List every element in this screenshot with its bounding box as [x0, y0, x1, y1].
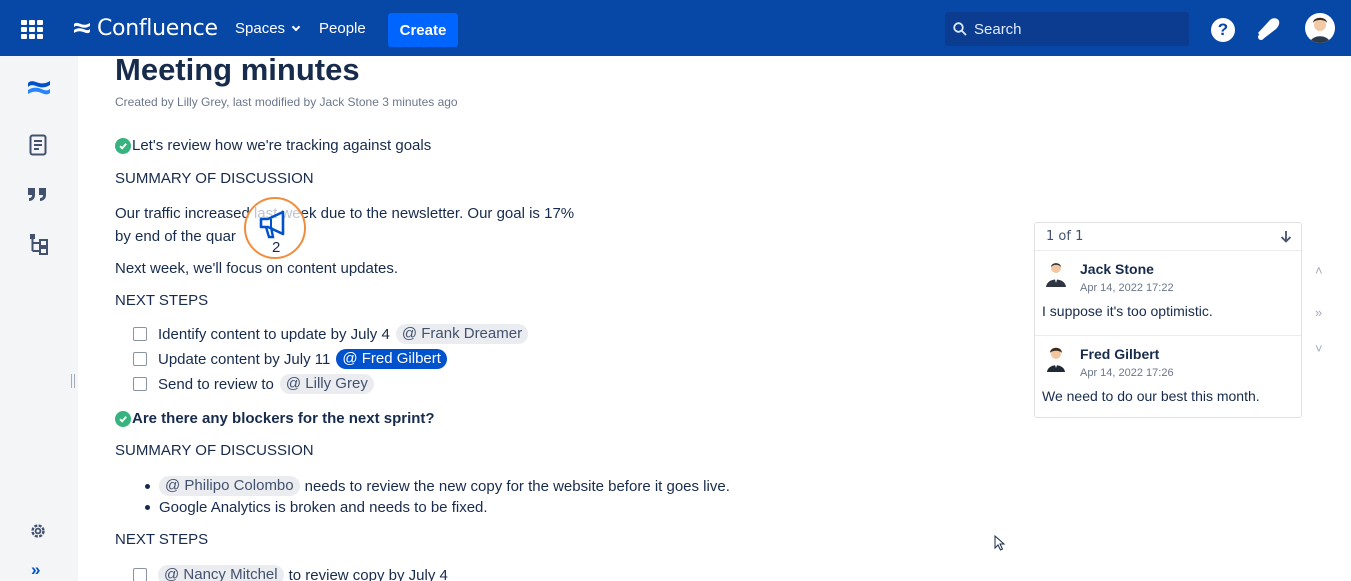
sidebar-resize-handle[interactable] — [71, 374, 75, 388]
announcement-badge[interactable]: 2 — [244, 197, 306, 259]
paragraph-traffic-line2: by end of the quar — [115, 228, 236, 245]
expand-double-chevron-icon[interactable]: » — [31, 560, 40, 580]
chevron-down-icon — [291, 22, 301, 32]
section-heading-text: Are there any blockers for the next spri… — [132, 410, 435, 427]
quote-icon[interactable] — [27, 186, 49, 202]
page-byline: Created by Lilly Grey, last modified by … — [115, 95, 458, 109]
mention-nancy-mitchel[interactable]: @ Nancy Mitchel — [158, 565, 284, 581]
notifications-icon[interactable] — [1254, 16, 1282, 42]
task-checkbox[interactable] — [133, 352, 147, 366]
summary-label: SUMMARY OF DISCUSSION — [115, 170, 314, 187]
page-icon[interactable] — [29, 134, 47, 156]
confluence-logo-icon[interactable] — [26, 76, 52, 100]
task-item: Update content by July 11 @ Fred Gilbert — [133, 349, 447, 369]
spaces-menu[interactable]: Spaces — [235, 20, 301, 37]
comment-date: Apr 14, 2022 17:22 — [1080, 282, 1174, 294]
comment-author: Fred Gilbert — [1080, 346, 1160, 362]
confluence-logo[interactable]: Confluence — [72, 14, 218, 42]
bullet-dot — [145, 483, 150, 489]
check-circle-icon — [115, 410, 131, 427]
user-avatar[interactable] — [1305, 13, 1335, 43]
list-item: @ Philipo Colombo needs to review the ne… — [145, 476, 730, 496]
badge-count: 2 — [272, 239, 281, 256]
comment-item[interactable]: Jack Stone Apr 14, 2022 17:22 I suppose … — [1035, 251, 1301, 335]
comment-text: I suppose it's too optimistic. — [1042, 303, 1213, 319]
mention-philipo-colombo[interactable]: @ Philipo Colombo — [159, 476, 300, 496]
people-link[interactable]: People — [319, 20, 366, 37]
search-placeholder: Search — [974, 20, 1022, 38]
task-item: @ Nancy Mitchel to review copy by July 4 — [133, 565, 448, 581]
next-comment-icon[interactable]: ˅ — [1315, 341, 1323, 356]
comment-item[interactable]: Fred Gilbert Apr 14, 2022 17:26 We need … — [1035, 335, 1301, 419]
task-item: Identify content to update by July 4 @ F… — [133, 324, 529, 344]
confluence-logo-icon — [74, 22, 90, 34]
open-comments-icon[interactable]: » — [1315, 305, 1322, 320]
task-checkbox[interactable] — [133, 327, 147, 341]
task-checkbox[interactable] — [133, 568, 147, 581]
mention-frank-dreamer[interactable]: @ Frank Dreamer — [395, 324, 529, 344]
search-input[interactable]: Search — [945, 12, 1189, 46]
task-checkbox[interactable] — [133, 377, 147, 391]
next-steps-label: NEXT STEPS — [115, 531, 209, 548]
gear-icon[interactable] — [29, 522, 47, 540]
help-icon[interactable]: ? — [1211, 18, 1235, 42]
comments-pager-label: 1 of 1 — [1046, 229, 1084, 244]
list-item-text: Google Analytics is broken and needs to … — [159, 499, 488, 516]
mouse-cursor-icon — [994, 535, 1006, 551]
mention-fred-gilbert[interactable]: @ Fred Gilbert — [336, 349, 447, 369]
page-tree-icon[interactable] — [29, 233, 49, 255]
fred-gilbert-avatar-icon — [1047, 347, 1065, 372]
list-item: Google Analytics is broken and needs to … — [145, 499, 488, 516]
mention-lilly-grey[interactable]: @ Lilly Grey — [279, 374, 374, 394]
page-title: Meeting minutes — [115, 52, 360, 87]
top-navigation: Confluence Spaces People Create Search ? — [0, 0, 1351, 56]
paragraph-traffic: Our traffic increased last week due to t… — [115, 205, 575, 222]
left-sidebar: » — [0, 56, 78, 581]
megaphone-icon — [259, 210, 285, 239]
spaces-label: Spaces — [235, 20, 286, 37]
previous-comment-icon[interactable]: ˄ — [1315, 263, 1323, 278]
section-heading-text: Let's review how we're tracking against … — [132, 137, 432, 154]
list-item-text: needs to review the new copy for the web… — [304, 477, 730, 495]
paragraph-next-week: Next week, we'll focus on content update… — [115, 260, 399, 277]
next-steps-label: NEXT STEPS — [115, 292, 209, 309]
comment-author: Jack Stone — [1080, 261, 1154, 277]
task-text: Identify content to update by July 4 — [158, 325, 390, 343]
search-icon — [953, 22, 967, 36]
bullet-dot — [145, 505, 150, 510]
create-button[interactable]: Create — [388, 13, 458, 47]
comment-date: Apr 14, 2022 17:26 — [1080, 367, 1174, 379]
inline-comments-panel: 1 of 1 Jack Stone Apr 14, 2022 17:22 I s… — [1034, 222, 1302, 418]
arrow-down-icon[interactable] — [1280, 230, 1292, 243]
comments-pager: 1 of 1 — [1035, 223, 1301, 251]
comment-text: We need to do our best this month. — [1042, 388, 1260, 404]
task-text: Send to review to — [158, 375, 274, 393]
task-text: Update content by July 11 — [158, 350, 331, 368]
task-item: Send to review to @ Lilly Grey — [133, 374, 374, 394]
summary-label: SUMMARY OF DISCUSSION — [115, 442, 314, 459]
app-name: Confluence — [97, 15, 218, 41]
section-heading-blockers: Are there any blockers for the next spri… — [115, 410, 435, 427]
task-text: to review copy by July 4 — [288, 566, 448, 581]
check-circle-icon — [115, 137, 131, 154]
user-avatar-icon — [1310, 17, 1330, 43]
app-switcher-icon[interactable] — [21, 20, 43, 39]
section-heading-goals: Let's review how we're tracking against … — [115, 137, 431, 154]
jack-stone-avatar-icon — [1046, 263, 1066, 287]
